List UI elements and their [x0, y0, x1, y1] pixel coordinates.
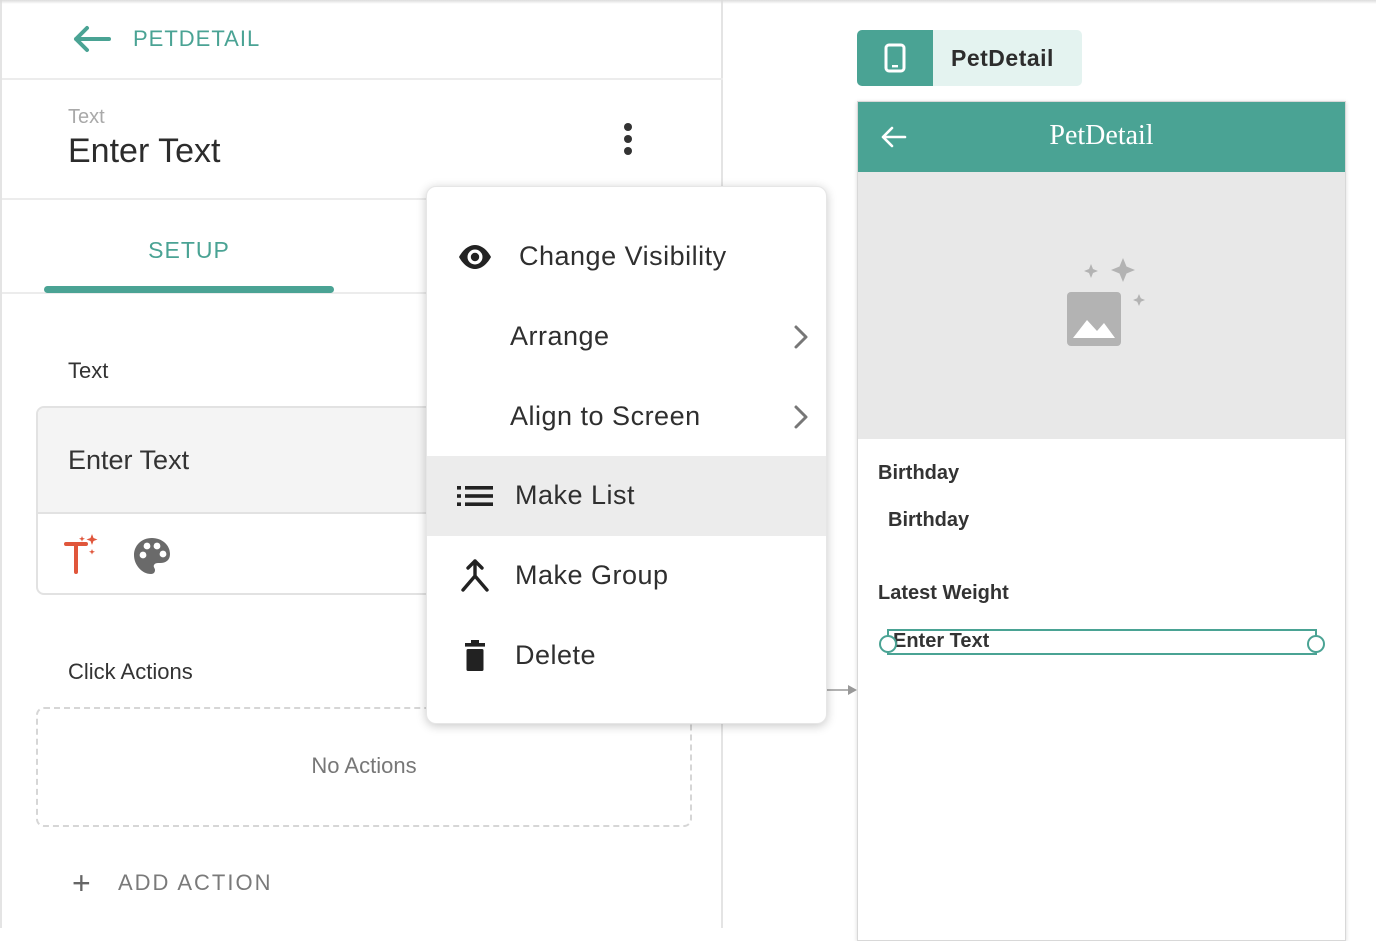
menu-item-make-list[interactable]: Make List: [427, 456, 826, 536]
menu-item-label: Make Group: [515, 560, 669, 590]
menu-item-make-group[interactable]: Make Group: [427, 536, 826, 616]
field-label-latest-weight: Latest Weight: [878, 582, 1009, 604]
menu-item-label: Arrange: [510, 321, 610, 351]
chevron-right-icon: [794, 325, 808, 349]
menu-item-label: Delete: [515, 640, 597, 670]
menu-item-delete[interactable]: Delete: [427, 616, 826, 696]
back-row: PETDETAIL: [2, 0, 723, 80]
component-type-label: Text: [68, 106, 105, 128]
chevron-right-icon: [794, 405, 808, 429]
field-value-birthday: Birthday: [888, 509, 970, 531]
connector-arrow: [826, 685, 857, 695]
screen-tag-petdetail[interactable]: PetDetail: [857, 30, 1082, 86]
click-actions-label: Click Actions: [68, 659, 193, 684]
resize-handle-right[interactable]: [1307, 635, 1325, 653]
eye-icon: [459, 245, 491, 269]
resize-handle-left[interactable]: [879, 635, 897, 653]
app-bar-title: PetDetail: [1049, 120, 1154, 151]
tab-active-indicator: [44, 286, 334, 293]
image-placeholder[interactable]: [858, 172, 1345, 439]
top-shadow: [0, 0, 1376, 4]
context-menu: Change Visibility Arrange Align to Scree…: [426, 186, 827, 724]
phone-icon: [884, 43, 906, 73]
tab-setup[interactable]: SETUP: [44, 200, 334, 294]
list-icon: [457, 486, 493, 506]
menu-item-align-to-screen[interactable]: Align to Screen: [427, 377, 826, 457]
text-section-label: Text: [68, 358, 109, 383]
no-actions-text: No Actions: [311, 753, 417, 778]
image-placeholder-icon: [1067, 258, 1145, 346]
app-bar: PetDetail: [858, 102, 1345, 172]
menu-item-label: Align to Screen: [510, 401, 701, 431]
screen-tag-label: PetDetail: [951, 45, 1054, 71]
more-options-icon[interactable]: [614, 120, 642, 160]
component-header: Text Enter Text: [2, 80, 723, 200]
tag-icon-box: [857, 30, 933, 86]
add-action-label: ADD ACTION: [118, 870, 273, 895]
tab-setup-label: SETUP: [148, 237, 230, 263]
menu-item-label: Change Visibility: [519, 241, 727, 271]
trash-icon: [465, 640, 485, 671]
plus-icon: +: [72, 865, 91, 901]
back-arrow-icon[interactable]: [72, 24, 112, 54]
component-name: Enter Text: [68, 132, 221, 170]
menu-item-label: Make List: [515, 480, 636, 510]
back-link[interactable]: PETDETAIL: [133, 26, 260, 52]
selected-text-value: Enter Text: [893, 630, 990, 652]
field-label-birthday: Birthday: [878, 462, 960, 484]
palette-icon[interactable]: [132, 536, 172, 576]
menu-item-change-visibility[interactable]: Change Visibility: [427, 217, 826, 297]
merge-icon: [461, 559, 489, 592]
selected-text-component[interactable]: Enter Text: [879, 629, 1325, 655]
actions-dropzone: No Actions: [36, 707, 692, 827]
phone-preview: PetDetail Birthday Birthday Latest Weigh…: [857, 101, 1346, 941]
menu-item-arrange[interactable]: Arrange: [427, 297, 826, 377]
magic-text-icon[interactable]: [62, 532, 102, 576]
